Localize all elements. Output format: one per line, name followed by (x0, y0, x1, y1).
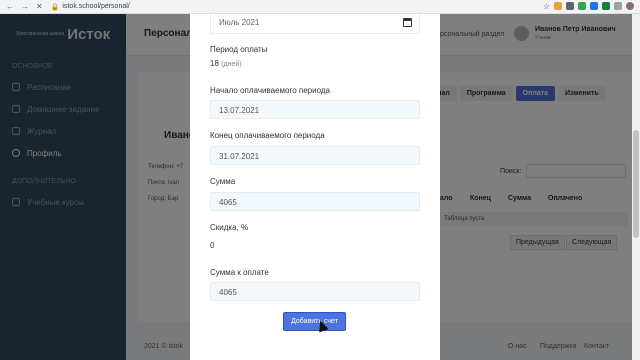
extension-icon[interactable] (566, 2, 574, 10)
lock-icon: 🔒 (50, 3, 60, 11)
extension-icon[interactable] (554, 2, 562, 10)
extension-icon[interactable] (578, 2, 586, 10)
extension-icon[interactable] (602, 2, 610, 10)
star-icon[interactable]: ☆ (543, 2, 550, 11)
sum-label: Сумма (210, 177, 236, 186)
back-icon[interactable]: ← (6, 2, 14, 11)
end-label: Конец оплачиваемого периода (210, 131, 325, 140)
discount-value: 0 (210, 241, 215, 250)
discount-label: Скидка, % (210, 223, 249, 232)
period-days: 18 (210, 59, 219, 68)
extensions: ☆ (543, 2, 634, 11)
period-value: 18 (дней) (210, 59, 242, 68)
url-text: istok.school/personal/ (62, 3, 130, 10)
stop-icon[interactable]: ✕ (36, 2, 43, 11)
scrollbar-thumb[interactable] (633, 130, 639, 238)
browser-toolbar: ← → ✕ 🔒 istok.school/personal/ ☆ (0, 0, 640, 14)
profile-avatar[interactable] (626, 2, 634, 10)
start-label: Начало оплачиваемого периода (210, 86, 330, 95)
period-label: Период оплаты (210, 45, 268, 54)
month-value: Июль 2021 (219, 18, 260, 27)
browser-nav: ← → ✕ (6, 2, 43, 11)
start-date-field[interactable]: 13.07.2021 (210, 100, 420, 119)
forward-icon[interactable]: → (21, 2, 29, 11)
add-invoice-modal: Июль 2021 Период оплаты 18 (дней) Начало… (190, 14, 440, 360)
month-input[interactable]: Июль 2021 (210, 14, 420, 34)
total-label: Сумма к оплате (210, 268, 269, 277)
sum-field[interactable]: 4065 (210, 192, 420, 211)
total-field[interactable]: 4065 (210, 282, 420, 301)
extension-icon[interactable] (614, 2, 622, 10)
address-bar[interactable]: 🔒 istok.school/personal/ (51, 2, 543, 12)
end-date-field[interactable]: 31.07.2021 (210, 146, 420, 165)
page-scrollbar[interactable] (632, 14, 640, 360)
period-unit: (дней) (221, 61, 242, 68)
calendar-icon[interactable] (403, 18, 412, 27)
extension-icon[interactable] (590, 2, 598, 10)
